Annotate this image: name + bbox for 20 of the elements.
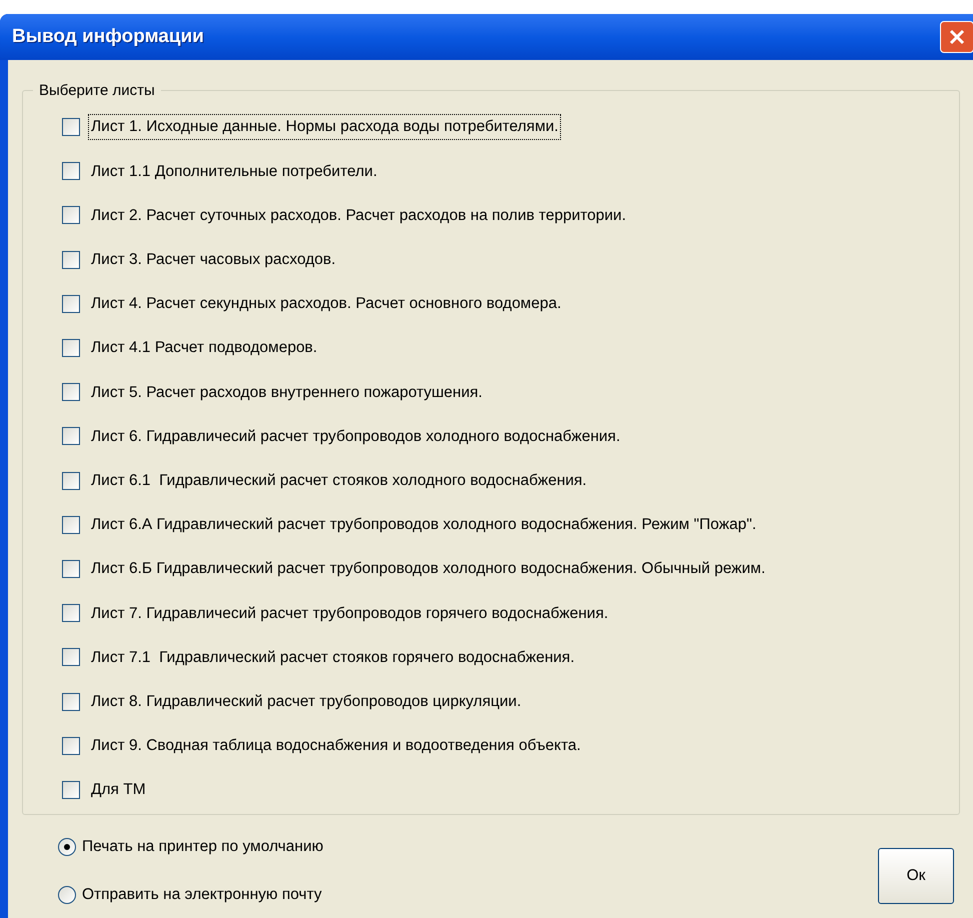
ok-button[interactable]: Ок [878, 848, 954, 904]
checkbox-label: Лист 9. Сводная таблица водоснабжения и водоотведения объекта. [90, 736, 582, 756]
checkbox-label: Лист 6.Б Гидравлический расчет трубопроводов холодного водоснабжения. Обычный режим. [90, 559, 766, 580]
checkbox-label: Лист 6.А Гидравлический расчет трубопроводов холодного водоснабжения. Режим "Пожар". [90, 515, 758, 536]
checkbox-label: Лист 6. Гидравличесий расчет трубопроводов холодного водоснабжения. [90, 426, 622, 447]
checkbox-label: Лист 8. Гидравлический расчет трубопроводов циркуляции. [90, 692, 522, 712]
checkbox-label: Лист 6.1 Гидравлический расчет стояков холодного водоснабжения. [90, 470, 588, 491]
radio-label: Печать на принтер по умолчанию [82, 837, 324, 857]
window-title: Вывод информации [12, 24, 204, 49]
checkbox-label: Для ТМ [90, 780, 147, 800]
radio-label: Отправить на электронную почту [82, 885, 322, 906]
checkbox-label: Лист 7.1 Гидравлический расчет стояков горячего водоснабжения. [90, 648, 576, 668]
checkbox-label: Лист 3. Расчет часовых расходов. [90, 250, 337, 270]
checkbox-label: Лист 4. Расчет секундных расходов. Расчет основного водомера. [90, 294, 562, 314]
checkbox-label: Лист 7. Гидравличесий расчет трубопроводов горячего водоснабжения. [90, 604, 610, 624]
checkbox-label: Лист 2. Расчет суточных расходов. Расчет расходов на полив территории. [90, 206, 628, 226]
checkbox-label: Лист 1. Исходные данные. Нормы расхода воды потребителями. [88, 114, 562, 140]
checkbox-label: Лист 1.1 Дополнительные потребители. [90, 162, 378, 182]
checkbox-label: Лист 4.1 Расчет подводомеров. [90, 338, 318, 358]
checkbox-label: Лист 5. Расчет расходов внутреннего пожаротушения. [90, 382, 484, 403]
